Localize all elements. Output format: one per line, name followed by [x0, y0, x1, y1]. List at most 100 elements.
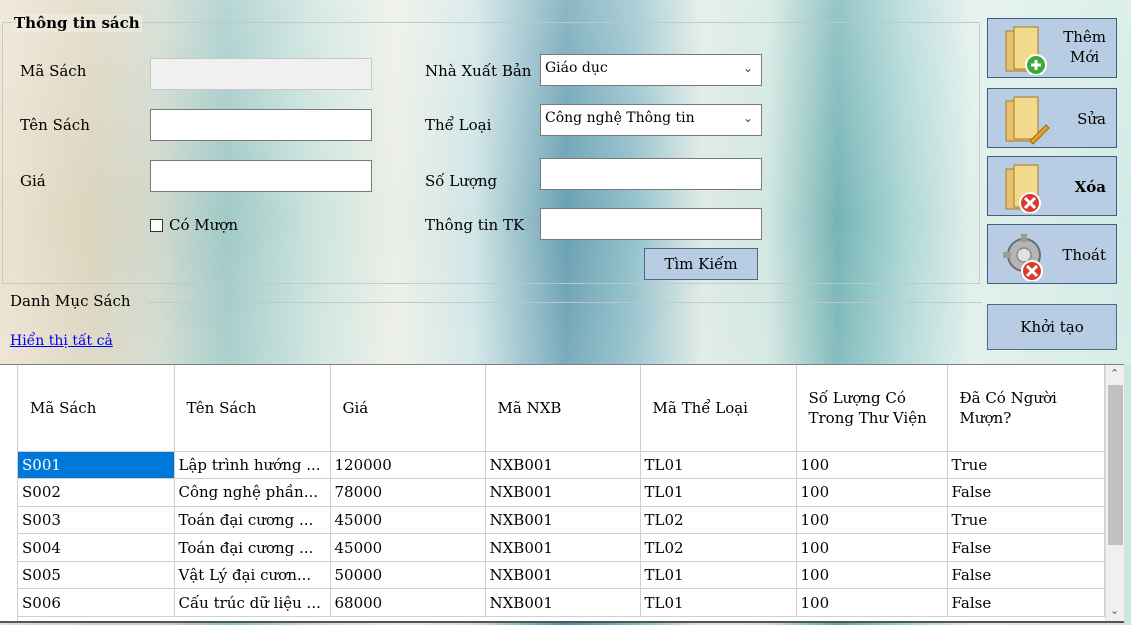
- cell-ma-the-loai[interactable]: TL02: [640, 533, 797, 562]
- cell-ma-nxb[interactable]: NXB001: [485, 533, 641, 562]
- table-row[interactable]: S006 Cấu trúc dữ liệu ... 68000 NXB001 T…: [18, 588, 1105, 618]
- table-row[interactable]: S005 Vật Lý đại cươn... 50000 NXB001 TL0…: [18, 561, 1105, 590]
- ma-sach-input[interactable]: [150, 58, 372, 90]
- thong-tin-tk-label: Thông tin TK: [425, 216, 525, 234]
- nxb-selected-value: Giáo dục: [545, 60, 608, 76]
- cell-da-muon[interactable]: False: [947, 561, 1105, 590]
- chevron-down-icon[interactable]: ⌄: [743, 61, 753, 75]
- cell-ma-sach[interactable]: S005: [18, 561, 175, 590]
- cell-ma-nxb[interactable]: NXB001: [485, 478, 641, 507]
- cell-ma-the-loai[interactable]: TL01: [640, 478, 797, 507]
- cell-ten-sach[interactable]: Lập trình hướng ...: [174, 451, 331, 480]
- cell-ma-the-loai[interactable]: TL02: [640, 506, 797, 535]
- scroll-up-icon[interactable]: ⌃: [1110, 367, 1119, 380]
- ten-sach-input[interactable]: [150, 109, 372, 141]
- nxb-select[interactable]: Giáo dục ⌄: [540, 54, 762, 86]
- col-header-da-muon[interactable]: Đã Có Người Mượn?: [947, 365, 1105, 452]
- search-button[interactable]: Tìm Kiếm: [644, 248, 758, 280]
- cell-so-luong[interactable]: 100: [796, 561, 948, 590]
- table-row[interactable]: S003 Toán đại cương ... 45000 NXB001 TL0…: [18, 506, 1105, 535]
- cell-ma-sach[interactable]: S003: [18, 506, 175, 535]
- khoi-tao-button[interactable]: Khởi tạo: [987, 304, 1117, 350]
- xoa-button[interactable]: Xóa: [987, 156, 1117, 216]
- search-input[interactable]: [540, 208, 762, 240]
- cell-so-luong[interactable]: 100: [796, 588, 948, 618]
- cell-so-luong[interactable]: 100: [796, 478, 948, 507]
- cell-ma-the-loai[interactable]: TL01: [640, 588, 797, 618]
- cell-gia[interactable]: 45000: [330, 506, 486, 535]
- cell-gia[interactable]: 120000: [330, 451, 486, 480]
- cell-ma-sach[interactable]: S004: [18, 533, 175, 562]
- thoat-button[interactable]: Thoát: [987, 224, 1117, 284]
- nxb-label: Nhà Xuất Bản: [425, 62, 532, 80]
- them-moi-label-2: Mới: [1070, 48, 1100, 66]
- cell-so-luong[interactable]: 100: [796, 506, 948, 535]
- cell-ten-sach[interactable]: Công nghệ phần...: [174, 478, 331, 507]
- cell-ma-nxb[interactable]: NXB001: [485, 588, 641, 618]
- col-header-so-luong[interactable]: Số Lượng Có Trong Thư Viện: [796, 365, 948, 452]
- cell-gia[interactable]: 68000: [330, 588, 486, 618]
- table-row[interactable]: S004 Toán đại cương ... 45000 NXB001 TL0…: [18, 533, 1105, 562]
- catalog-divider: [147, 302, 982, 303]
- ma-sach-label: Mã Sách: [20, 62, 87, 80]
- folder-edit-icon: [1005, 96, 1050, 145]
- cell-ten-sach[interactable]: Cấu trúc dữ liệu ...: [174, 588, 331, 618]
- the-loai-select[interactable]: Công nghệ Thông tin ⌄: [540, 104, 762, 136]
- group-title: Thông tin sách: [12, 14, 142, 32]
- show-all-link[interactable]: Hiển thị tất cả: [10, 333, 113, 349]
- sua-button[interactable]: Sửa: [987, 88, 1117, 148]
- checkbox-box[interactable]: [150, 218, 163, 232]
- cell-da-muon[interactable]: False: [947, 533, 1105, 562]
- col-header-ten-sach[interactable]: Tên Sách: [174, 365, 331, 452]
- cell-da-muon[interactable]: False: [947, 588, 1105, 618]
- table-row[interactable]: S001 Lập trình hướng ... 120000 NXB001 T…: [18, 451, 1105, 480]
- cell-ma-nxb[interactable]: NXB001: [485, 451, 641, 480]
- cell-ten-sach[interactable]: Toán đại cương ...: [174, 533, 331, 562]
- cell-so-luong[interactable]: 100: [796, 533, 948, 562]
- cell-ma-sach[interactable]: S001: [18, 451, 175, 480]
- col-header-ma-nxb[interactable]: Mã NXB: [485, 365, 641, 452]
- books-datagrid[interactable]: Mã Sách Tên Sách Giá Mã NXB Mã Thể Loại …: [0, 364, 1124, 623]
- cell-gia[interactable]: 78000: [330, 478, 486, 507]
- sua-label: Sửa: [1077, 110, 1106, 128]
- table-row[interactable]: S002 Công nghệ phần... 78000 NXB001 TL01…: [18, 478, 1105, 507]
- gia-label: Giá: [20, 172, 46, 190]
- ten-sach-label: Tên Sách: [20, 116, 90, 134]
- gia-input[interactable]: [150, 160, 372, 192]
- cell-ma-sach[interactable]: S006: [18, 588, 175, 618]
- cell-gia[interactable]: 50000: [330, 561, 486, 590]
- cell-da-muon[interactable]: True: [947, 506, 1105, 535]
- cell-ma-the-loai[interactable]: TL01: [640, 451, 797, 480]
- cell-ma-nxb[interactable]: NXB001: [485, 506, 641, 535]
- col-header-ma-the-loai[interactable]: Mã Thể Loại: [640, 365, 797, 452]
- cell-ten-sach[interactable]: Toán đại cương ...: [174, 506, 331, 535]
- cell-da-muon[interactable]: True: [947, 451, 1105, 480]
- folder-add-icon: [1005, 26, 1047, 75]
- cell-ten-sach[interactable]: Vật Lý đại cươn...: [174, 561, 331, 590]
- them-moi-button[interactable]: Thêm Mới: [987, 18, 1117, 78]
- thoat-label: Thoát: [1062, 246, 1106, 264]
- scrollbar-thumb[interactable]: [1108, 385, 1123, 545]
- cell-so-luong[interactable]: 100: [796, 451, 948, 480]
- cell-da-muon[interactable]: False: [947, 478, 1105, 507]
- cell-ma-nxb[interactable]: NXB001: [485, 561, 641, 590]
- co-muon-label: Có Mượn: [169, 216, 238, 234]
- cell-gia[interactable]: 45000: [330, 533, 486, 562]
- co-muon-checkbox[interactable]: Có Mượn: [150, 216, 238, 234]
- chevron-down-icon[interactable]: ⌄: [743, 111, 753, 125]
- cell-ma-the-loai[interactable]: TL01: [640, 561, 797, 590]
- the-loai-selected-value: Công nghệ Thông tin: [545, 110, 695, 126]
- so-luong-label: Số Lượng: [425, 172, 498, 190]
- folder-delete-icon: [1005, 164, 1041, 213]
- them-moi-label-1: Thêm: [1063, 28, 1106, 46]
- catalog-title: Danh Mục Sách: [10, 292, 131, 310]
- col-header-gia[interactable]: Giá: [330, 365, 486, 452]
- so-luong-input[interactable]: [540, 158, 762, 190]
- vertical-scrollbar[interactable]: ⌃ ⌄: [1105, 365, 1124, 621]
- the-loai-label: Thể Loại: [425, 116, 492, 134]
- cell-ma-sach[interactable]: S002: [18, 478, 175, 507]
- gear-exit-icon: [1003, 234, 1043, 281]
- scroll-down-icon[interactable]: ⌄: [1110, 604, 1119, 617]
- row-header-column: [0, 365, 18, 621]
- col-header-ma-sach[interactable]: Mã Sách: [18, 365, 175, 452]
